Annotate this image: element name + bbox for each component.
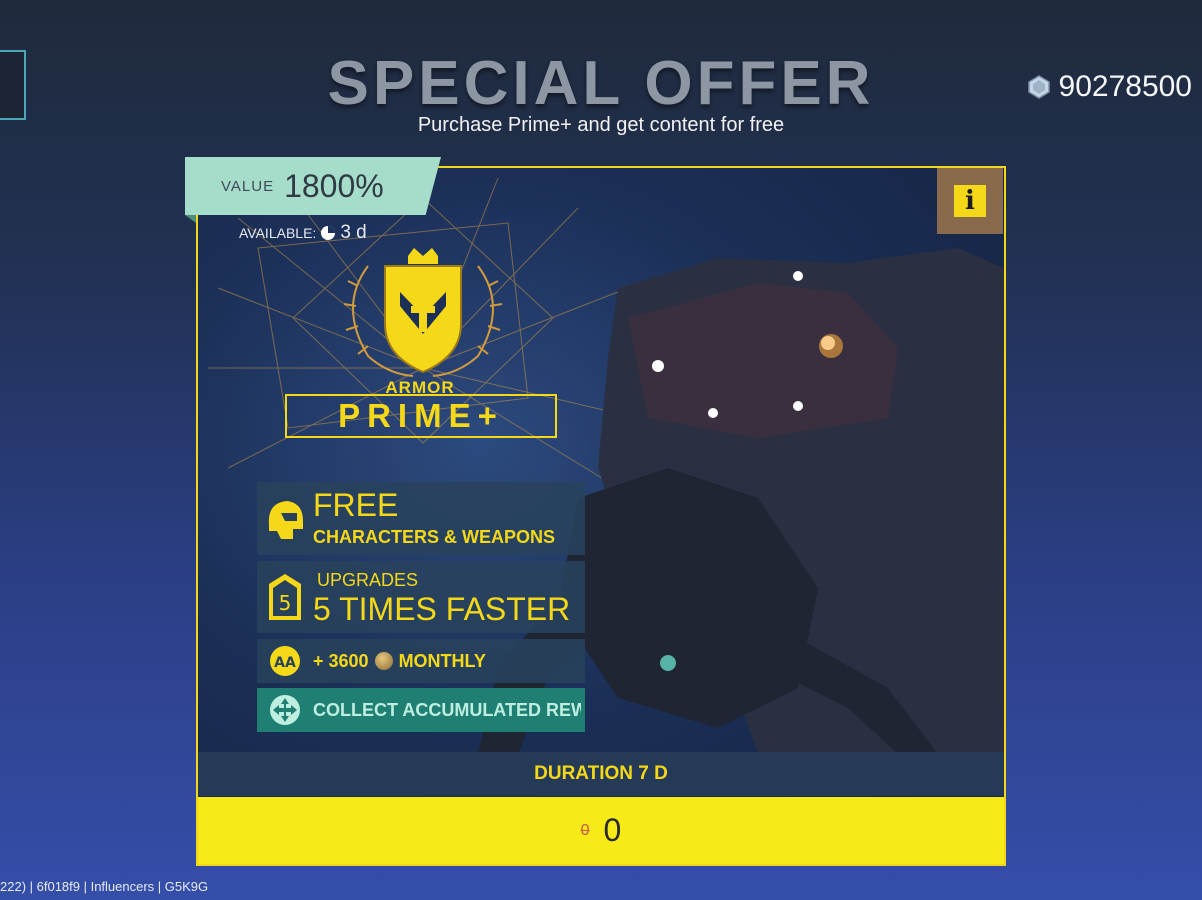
svg-text:AA: AA (274, 655, 296, 671)
clock-icon (321, 226, 336, 240)
currency-amount: 90278500 (1058, 70, 1192, 103)
value-percent: 1800% (284, 167, 384, 204)
buy-button[interactable]: 0 0 (198, 797, 1004, 864)
currency-display: 90278500 (1027, 70, 1192, 104)
info-button[interactable]: i (937, 168, 1003, 234)
monthly-amount: + 3600 (313, 650, 369, 671)
page-title: SPECIAL OFFER (327, 49, 875, 118)
value-label: VALUE (221, 177, 275, 195)
feature-free-subtitle: CHARACTERS & WEAPONS (313, 527, 556, 547)
availability-timer: AVAILABLE: 3 d (239, 222, 367, 244)
available-label: AVAILABLE: (239, 225, 317, 241)
collect-rewards-button[interactable]: COLLECT ACCUMULATED REWA (257, 688, 585, 732)
available-time: 3 d (340, 222, 367, 243)
feature-upgrades: 5 UPGRADES 5 TIMES FASTER (257, 561, 585, 633)
brand-prime-label: PRIME+ (285, 394, 557, 438)
coin-icon (374, 652, 393, 670)
price: 0 (603, 812, 622, 848)
duration-bar: DURATION 7 D (198, 752, 1004, 796)
old-price: 0 (580, 821, 590, 839)
feature-free-title: FREE (313, 487, 399, 523)
monthly-suffix: MONTHLY (398, 650, 486, 671)
collect-icon (270, 695, 300, 725)
feature-upgrades-title: UPGRADES (317, 569, 419, 590)
gem-icon (1027, 75, 1050, 99)
rank-5-icon: 5 (269, 574, 301, 620)
aa-coin-icon: AA (270, 646, 300, 676)
helmet-icon (268, 500, 303, 539)
value-tag: VALUE 1800% (185, 157, 441, 215)
feature-monthly-coins: AA + 3600 MONTHLY (257, 639, 585, 683)
duration-label: DURATION 7 D (534, 763, 668, 784)
value-tag-fold (185, 215, 196, 223)
info-icon: i (952, 183, 988, 219)
svg-text:5: 5 (279, 591, 292, 615)
collect-rewards-label: COLLECT ACCUMULATED REWA (313, 699, 581, 720)
feature-upgrades-subtitle: 5 TIMES FASTER (313, 590, 571, 627)
prime-emblem-icon (343, 248, 503, 377)
page-subtitle: Purchase Prime+ and get content for free (417, 114, 785, 136)
feature-free-characters: FREE CHARACTERS & WEAPONS (257, 482, 585, 555)
debug-info: 222) | 6f018f9 | Influencers | G5K9G (0, 879, 209, 894)
